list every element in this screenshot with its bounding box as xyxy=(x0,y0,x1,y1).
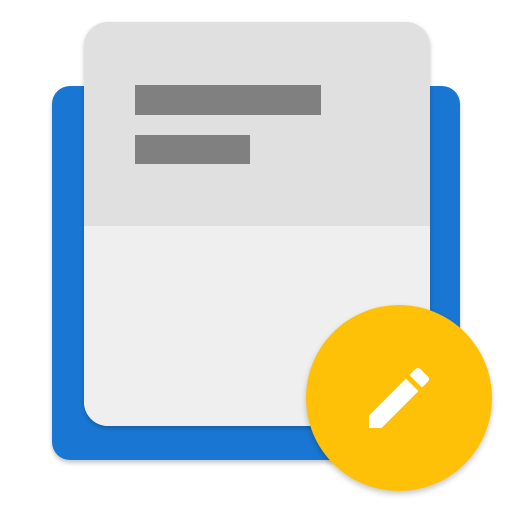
text-placeholder-line-1 xyxy=(135,85,321,115)
notes-app-icon[interactable] xyxy=(0,0,512,512)
icon-stage xyxy=(0,0,512,512)
note-card-header xyxy=(84,22,430,226)
text-placeholder-line-2 xyxy=(135,135,250,164)
pencil-icon xyxy=(369,367,430,428)
edit-badge[interactable] xyxy=(306,305,492,491)
